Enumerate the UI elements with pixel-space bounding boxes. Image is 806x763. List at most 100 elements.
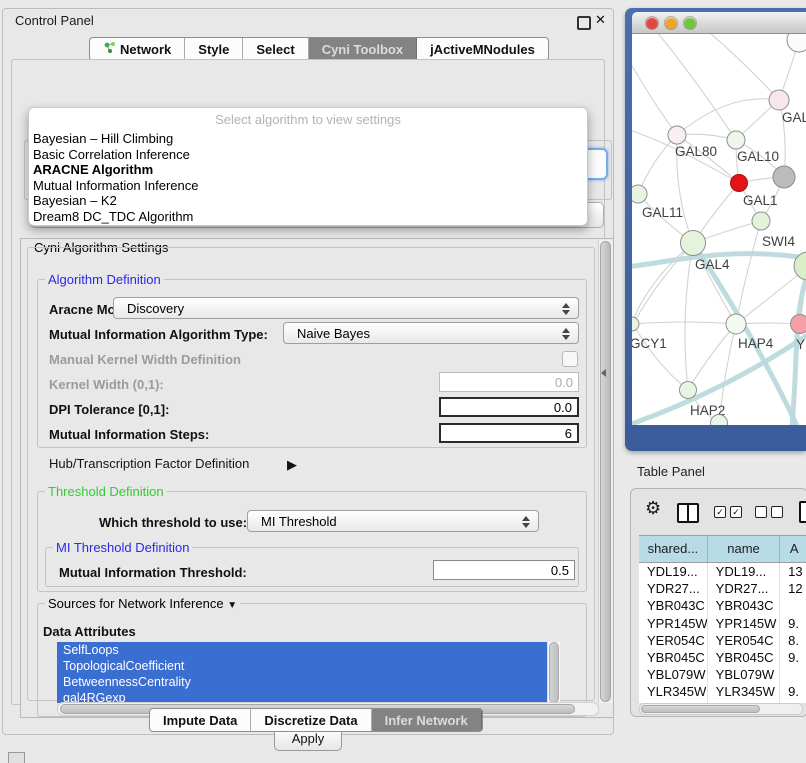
network-node-label: GCY1 [632,336,667,351]
close-traffic-light[interactable] [646,17,658,29]
expander-expanded-icon[interactable]: ▼ [227,600,237,611]
network-node[interactable] [773,166,795,188]
dpi-tolerance-input[interactable] [439,397,579,417]
table-row[interactable]: YER054CYER054C8. [639,632,806,649]
table-row[interactable]: YDR27...YDR27...12 [639,580,806,597]
network-edge [677,99,779,135]
minimize-traffic-light[interactable] [665,17,677,29]
control-panel-title: Control Panel [15,13,94,28]
which-threshold-value: MI Threshold [261,514,337,529]
mi-type-select[interactable]: Naive Bayes [283,322,579,344]
unchecked-checkbox-icon [755,506,767,518]
network-node[interactable] [727,131,745,149]
network-node[interactable] [731,175,748,192]
network-edge [652,34,736,140]
close-icon[interactable]: ✕ [595,12,606,28]
algorithm-option[interactable]: Bayesian – Hill Climbing [33,131,583,147]
network-node[interactable] [726,314,746,334]
column-header[interactable]: shared... [639,536,708,562]
gear-icon[interactable]: ⚙ [645,498,661,519]
tab-discretize-data[interactable]: Discretize Data [251,709,371,731]
algorithm-definition-title: Algorithm Definition [45,272,164,287]
settings-vertical-scrollbar[interactable] [598,240,612,703]
combo-arrows-icon [561,302,570,316]
network-node[interactable] [787,34,806,52]
panel-divider-grip-icon[interactable] [601,369,606,377]
network-svg: GALGAL80GAL10SWI4GAL11GAL4GCY1HAP4YHAP2G… [632,34,806,425]
bottom-tabs: Impute DataDiscretize DataInfer Network [149,708,483,732]
network-edge [633,324,688,390]
tab-infer-network[interactable]: Infer Network [372,709,482,731]
tab-cyni-toolbox[interactable]: Cyni Toolbox [309,38,417,60]
aracne-mode-value: Discovery [127,301,184,316]
tab-network[interactable]: Network [90,38,185,60]
network-edge [633,322,736,324]
network-node-label: GAL4 [695,257,730,272]
expander-collapsed-icon[interactable]: ▶ [287,457,297,473]
network-icon [103,41,116,57]
mi-type-label: Mutual Information Algorithm Type: [49,327,268,342]
manual-kernel-checkbox[interactable] [562,351,578,367]
threshold-definition-title: Threshold Definition [45,484,167,499]
network-node-label: GAL10 [737,149,779,164]
network-node[interactable] [791,315,806,334]
algorithm-option[interactable]: Basic Correlation Inference [33,147,583,163]
float-window-icon[interactable] [577,16,591,30]
algorithm-option[interactable]: ARACNE Algorithm [33,162,583,178]
table-row[interactable]: YPR145WYPR145W9. [639,615,806,632]
table-row[interactable]: YBL079WYBL079W [639,666,806,683]
minimized-panel-chip[interactable] [8,752,25,763]
hub-definition-label: Hub/Transcription Factor Definition [49,456,249,471]
combo-arrows-icon [561,327,570,341]
table-horizontal-scrollbar[interactable] [639,703,803,715]
network-node[interactable] [769,90,789,110]
network-node[interactable] [632,317,639,331]
which-threshold-select[interactable]: MI Threshold [247,510,539,532]
network-canvas[interactable]: GALGAL80GAL10SWI4GAL11GAL4GCY1HAP4YHAP2G… [632,34,806,425]
algorithm-option[interactable]: Mutual Information Inference [33,178,583,194]
mi-steps-input[interactable] [439,423,579,443]
zoom-traffic-light[interactable] [684,17,696,29]
network-node[interactable] [681,231,706,256]
attribute-item[interactable]: TopologicalCoefficient [57,658,547,674]
table-row[interactable]: YBR043CYBR043C [639,597,806,614]
columns-icon[interactable] [677,503,699,523]
screen: Control Panel ✕ NetworkStyleSelectCyni T… [0,0,806,762]
algorithm-option[interactable]: Dream8 DC_TDC Algorithm [33,209,583,225]
table-body: YDL19...YDL19...13YDR27...YDR27...12YBR0… [639,563,806,703]
attributes-scrollbar[interactable] [547,642,560,703]
data-attributes-list: SelfLoopsTopologicalCoefficientBetweenne… [57,642,547,703]
aracne-mode-select[interactable]: Discovery [113,297,579,319]
column-header[interactable]: name [708,536,781,562]
tab-jactivemnodules[interactable]: jActiveMNodules [417,38,548,60]
which-threshold-label: Which threshold to use: [99,515,247,530]
table-row[interactable]: YDL19...YDL19...13 [639,563,806,580]
table-row[interactable]: YLR345WYLR345W9. [639,683,806,700]
deselect-all-icon[interactable] [755,506,783,518]
network-window-titlebar[interactable] [632,12,806,34]
tab-select[interactable]: Select [243,38,308,60]
network-node[interactable] [632,185,647,203]
page-icon[interactable] [799,501,806,523]
network-node[interactable] [680,382,697,399]
table-panel-title: Table Panel [637,464,705,479]
sources-title-text: Sources for Network Inference [48,596,224,611]
tab-style[interactable]: Style [185,38,243,60]
network-node[interactable] [668,126,686,144]
table-row[interactable]: YBR045CYBR045C9. [639,649,806,666]
algorithm-option[interactable]: Bayesian – K2 [33,193,583,209]
kernel-width-input[interactable] [439,372,579,392]
checked-checkbox-icon: ✓ [730,506,742,518]
attribute-item[interactable]: SelfLoops [57,642,547,658]
attribute-item[interactable]: BetweennessCentrality [57,674,547,690]
column-header[interactable]: A [780,536,806,562]
cyni-toolbox-panel: Select algorithm to view settings Bayesi… [11,59,605,705]
mi-threshold-label: Mutual Information Threshold: [59,565,247,580]
tab-impute-data[interactable]: Impute Data [150,709,251,731]
algorithm-dropdown-placeholder: Select algorithm to view settings [29,112,587,127]
select-all-icon[interactable]: ✓ ✓ [714,506,742,518]
sources-group-title: Sources for Network Inference ▼ [45,596,240,611]
network-node[interactable] [752,212,770,230]
mi-threshold-input[interactable] [433,560,575,580]
unchecked-checkbox-icon [771,506,783,518]
